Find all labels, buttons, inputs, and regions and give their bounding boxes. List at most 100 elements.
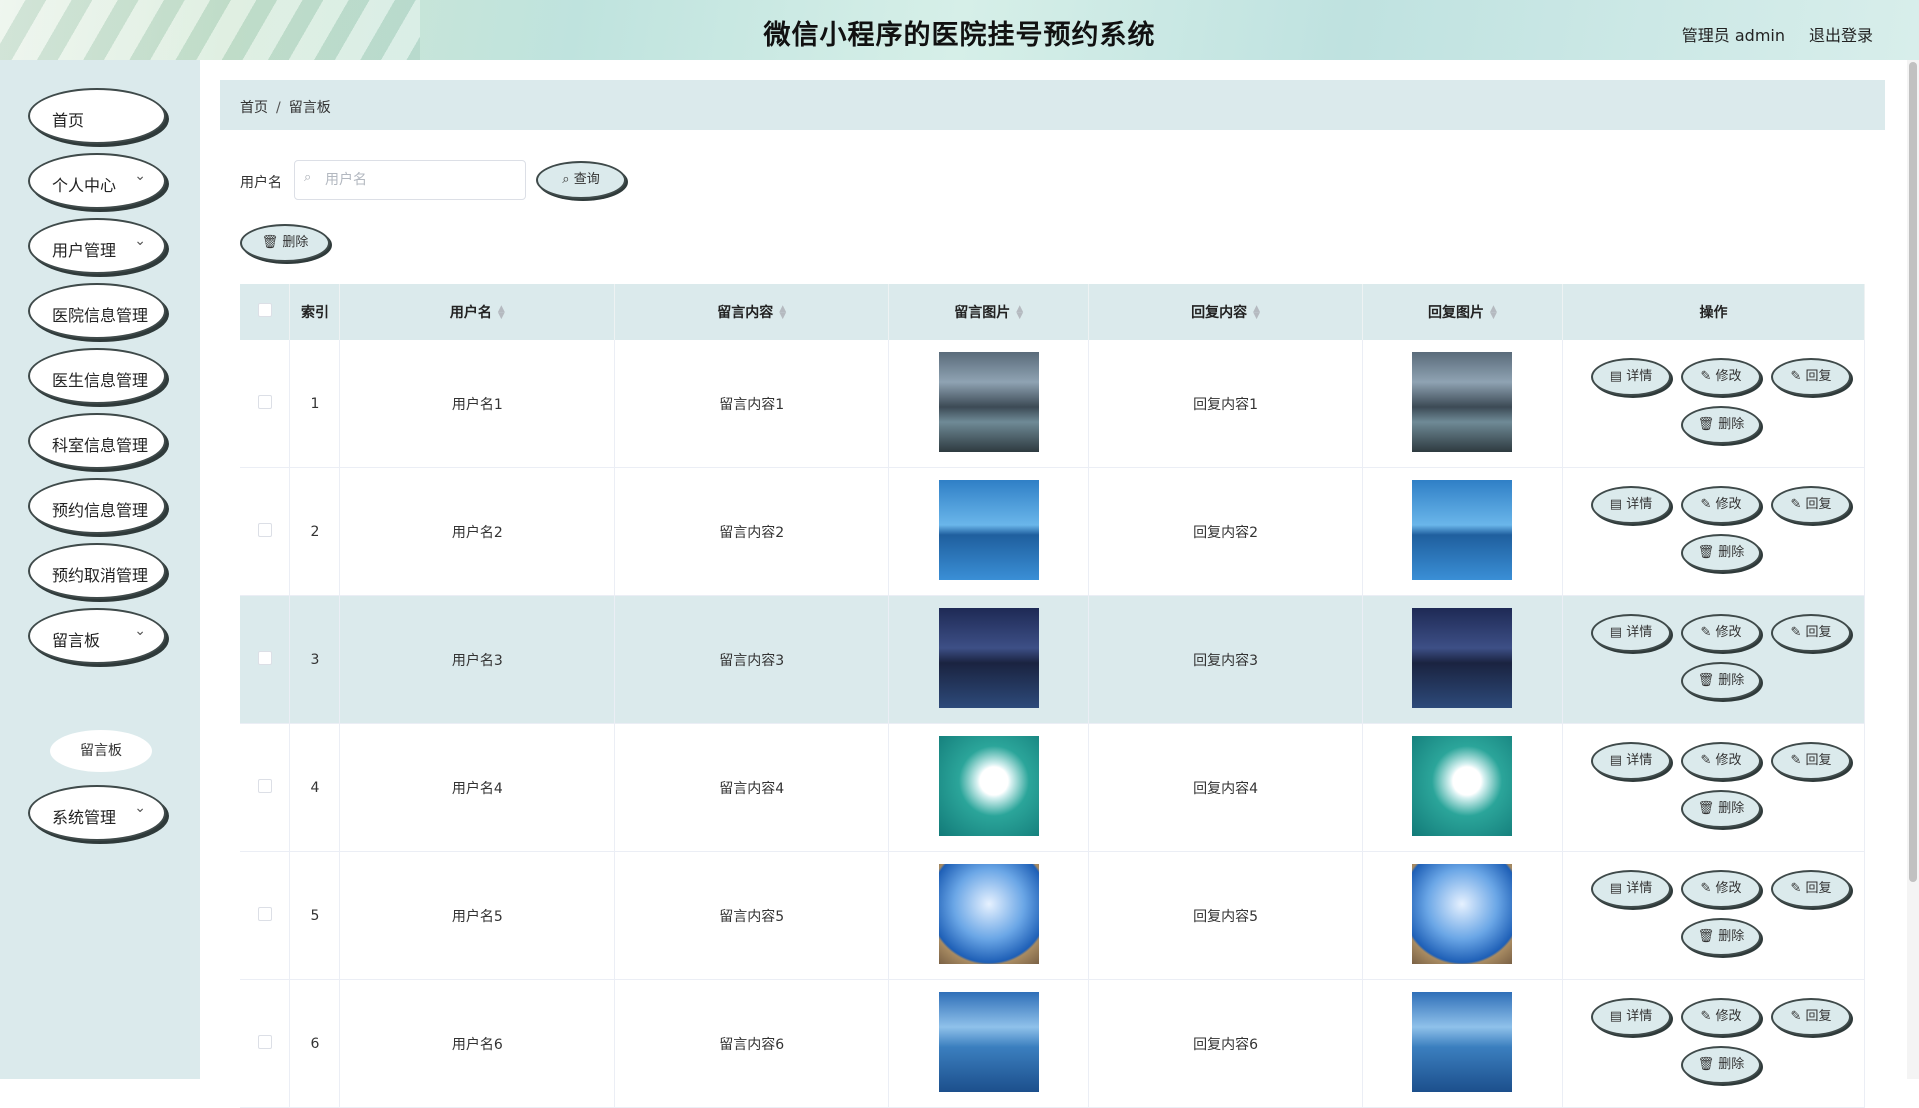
message-image[interactable]	[938, 607, 1039, 708]
row-image-cell	[888, 467, 1090, 596]
table-row[interactable]: 2 用户名2 留言内容2 回复内容2 ▤ 详情 ✎ 修改 ✎ 回复 🗑 删除	[240, 467, 1866, 596]
reply-button[interactable]: ✎ 回复	[1770, 998, 1851, 1036]
sort-icon[interactable]: ▲ ▼	[1490, 305, 1497, 321]
batch-delete-button[interactable]: 🗑 删除	[240, 224, 330, 262]
sort-icon[interactable]: ▲ ▼	[1253, 305, 1260, 321]
edit-button[interactable]: ✎ 修改	[1680, 742, 1761, 780]
edit-button[interactable]: ✎ 修改	[1680, 998, 1761, 1036]
sidebar-item-label: 首页	[52, 111, 85, 130]
message-image[interactable]	[938, 479, 1039, 580]
scrollbar-thumb[interactable]	[1909, 62, 1917, 882]
table-row[interactable]: 5 用户名5 留言内容5 回复内容5 ▤ 详情 ✎ 修改 ✎ 回复 🗑 删除	[240, 851, 1866, 980]
row-select-cell[interactable]	[240, 979, 291, 1108]
row-select-cell[interactable]	[240, 851, 291, 980]
table-row[interactable]: 4 用户名4 留言内容4 回复内容4 ▤ 详情 ✎ 修改 ✎ 回复 🗑 删除	[240, 723, 1866, 852]
row-select-cell[interactable]	[240, 467, 291, 596]
detail-button[interactable]: ▤ 详情	[1590, 486, 1671, 524]
row-checkbox[interactable]	[257, 522, 272, 537]
sidebar-item-appointment-cancel[interactable]: 预约取消管理	[28, 543, 166, 599]
header-content[interactable]: 留言内容 ▲ ▼	[614, 284, 890, 340]
table-row[interactable]: 6 用户名6 留言内容6 回复内容6 ▤ 详情 ✎ 修改 ✎ 回复 🗑 删除	[240, 979, 1866, 1108]
sidebar-item-user-management[interactable]: 用户管理 ⌄	[28, 218, 166, 274]
delete-button[interactable]: 🗑 删除	[1680, 918, 1761, 956]
sidebar-item-label: 用户管理	[52, 241, 117, 260]
header-reply-image[interactable]: 回复图片 ▲ ▼	[1362, 284, 1563, 340]
select-all-checkbox[interactable]	[257, 303, 272, 317]
row-checkbox[interactable]	[257, 906, 272, 921]
reply-button[interactable]: ✎ 回复	[1770, 486, 1851, 524]
sidebar-item-doctor-info[interactable]: 医生信息管理	[28, 348, 166, 404]
header-username[interactable]: 用户名 ▲ ▼	[339, 284, 616, 340]
sidebar-item-hospital-info[interactable]: 医院信息管理	[28, 283, 166, 339]
row-select-cell[interactable]	[240, 340, 291, 468]
chevron-down-icon: ⌄	[134, 233, 146, 249]
detail-button[interactable]: ▤ 详情	[1590, 358, 1671, 396]
row-checkbox[interactable]	[257, 778, 272, 793]
table-row[interactable]: 1 用户名1 留言内容1 回复内容1 ▤ 详情 ✎ 修改 ✎ 回复 🗑 删除	[240, 340, 1866, 468]
row-ops-cell: ▤ 详情 ✎ 修改 ✎ 回复 🗑 删除	[1562, 723, 1866, 852]
reply-button[interactable]: ✎ 回复	[1770, 614, 1851, 652]
reply-image[interactable]	[1412, 351, 1513, 452]
reply-image[interactable]	[1412, 607, 1513, 708]
row-content: 留言内容5	[614, 851, 890, 980]
reply-image[interactable]	[1412, 991, 1513, 1092]
table-row[interactable]: 3 用户名3 留言内容3 回复内容3 ▤ 详情 ✎ 修改 ✎ 回复 🗑 删除	[240, 595, 1866, 724]
query-button[interactable]: ⌕ 查询	[536, 161, 626, 199]
message-image[interactable]	[938, 351, 1039, 452]
reply-button[interactable]: ✎ 回复	[1770, 742, 1851, 780]
detail-button[interactable]: ▤ 详情	[1590, 998, 1671, 1036]
message-image[interactable]	[938, 735, 1039, 836]
chevron-down-icon: ⌄	[134, 800, 146, 816]
sidebar-item-home[interactable]: 首页	[28, 88, 166, 144]
reply-button[interactable]: ✎ 回复	[1770, 358, 1851, 396]
delete-button[interactable]: 🗑 删除	[1680, 1046, 1761, 1084]
edit-button[interactable]: ✎ 修改	[1680, 870, 1761, 908]
trash-icon: 🗑	[1697, 545, 1715, 560]
sort-icon[interactable]: ▲ ▼	[498, 305, 505, 321]
sidebar-item-system-management[interactable]: 系统管理 ⌄	[28, 785, 166, 841]
delete-button[interactable]: 🗑 删除	[1680, 534, 1761, 572]
row-checkbox[interactable]	[257, 1034, 272, 1049]
header-image[interactable]: 留言图片 ▲ ▼	[888, 284, 1090, 340]
sidebar-item-appointment-info[interactable]: 预约信息管理	[28, 478, 166, 534]
row-username: 用户名5	[339, 851, 616, 980]
sort-icon[interactable]: ▲ ▼	[779, 305, 786, 321]
pencil-icon: ✎	[1790, 753, 1802, 768]
detail-button[interactable]: ▤ 详情	[1590, 614, 1671, 652]
header-reply[interactable]: 回复内容 ▲ ▼	[1088, 284, 1364, 340]
select-all-cell[interactable]	[240, 284, 291, 340]
sidebar-item-personal-center[interactable]: 个人中心 ⌄	[28, 153, 166, 209]
row-select-cell[interactable]	[240, 723, 291, 852]
edit-label: 修改	[1715, 881, 1742, 896]
sidebar-subitem-message-board[interactable]: 留言板	[50, 730, 152, 772]
sort-icon[interactable]: ▲ ▼	[1016, 305, 1023, 321]
sidebar-item-label: 个人中心	[52, 176, 117, 195]
edit-button[interactable]: ✎ 修改	[1680, 486, 1761, 524]
username-search-input[interactable]	[294, 160, 526, 200]
row-checkbox[interactable]	[257, 650, 272, 665]
reply-image[interactable]	[1412, 479, 1513, 580]
reply-button[interactable]: ✎ 回复	[1770, 870, 1851, 908]
breadcrumb-home[interactable]: 首页	[240, 100, 268, 116]
admin-label: 管理员 admin	[1681, 26, 1785, 45]
message-image[interactable]	[938, 863, 1039, 964]
detail-button[interactable]: ▤ 详情	[1590, 870, 1671, 908]
reply-image[interactable]	[1412, 863, 1513, 964]
logout-link[interactable]: 退出登录	[1809, 22, 1873, 46]
delete-button[interactable]: 🗑 删除	[1680, 406, 1761, 444]
delete-button[interactable]: 🗑 删除	[1680, 790, 1761, 828]
row-reply-image-cell	[1362, 595, 1563, 724]
delete-label: 删除	[1718, 929, 1745, 944]
reply-image[interactable]	[1412, 735, 1513, 836]
row-checkbox[interactable]	[257, 394, 272, 409]
row-select-cell[interactable]	[240, 595, 291, 724]
edit-button[interactable]: ✎ 修改	[1680, 614, 1761, 652]
row-index: 3	[289, 595, 341, 724]
delete-button[interactable]: 🗑 删除	[1680, 662, 1761, 700]
sidebar-item-message-board[interactable]: 留言板 ⌄	[28, 608, 166, 664]
document-icon: ▤	[1609, 753, 1623, 768]
message-image[interactable]	[938, 991, 1039, 1092]
sidebar-item-department-info[interactable]: 科室信息管理	[28, 413, 166, 469]
detail-button[interactable]: ▤ 详情	[1590, 742, 1671, 780]
edit-button[interactable]: ✎ 修改	[1680, 358, 1761, 396]
